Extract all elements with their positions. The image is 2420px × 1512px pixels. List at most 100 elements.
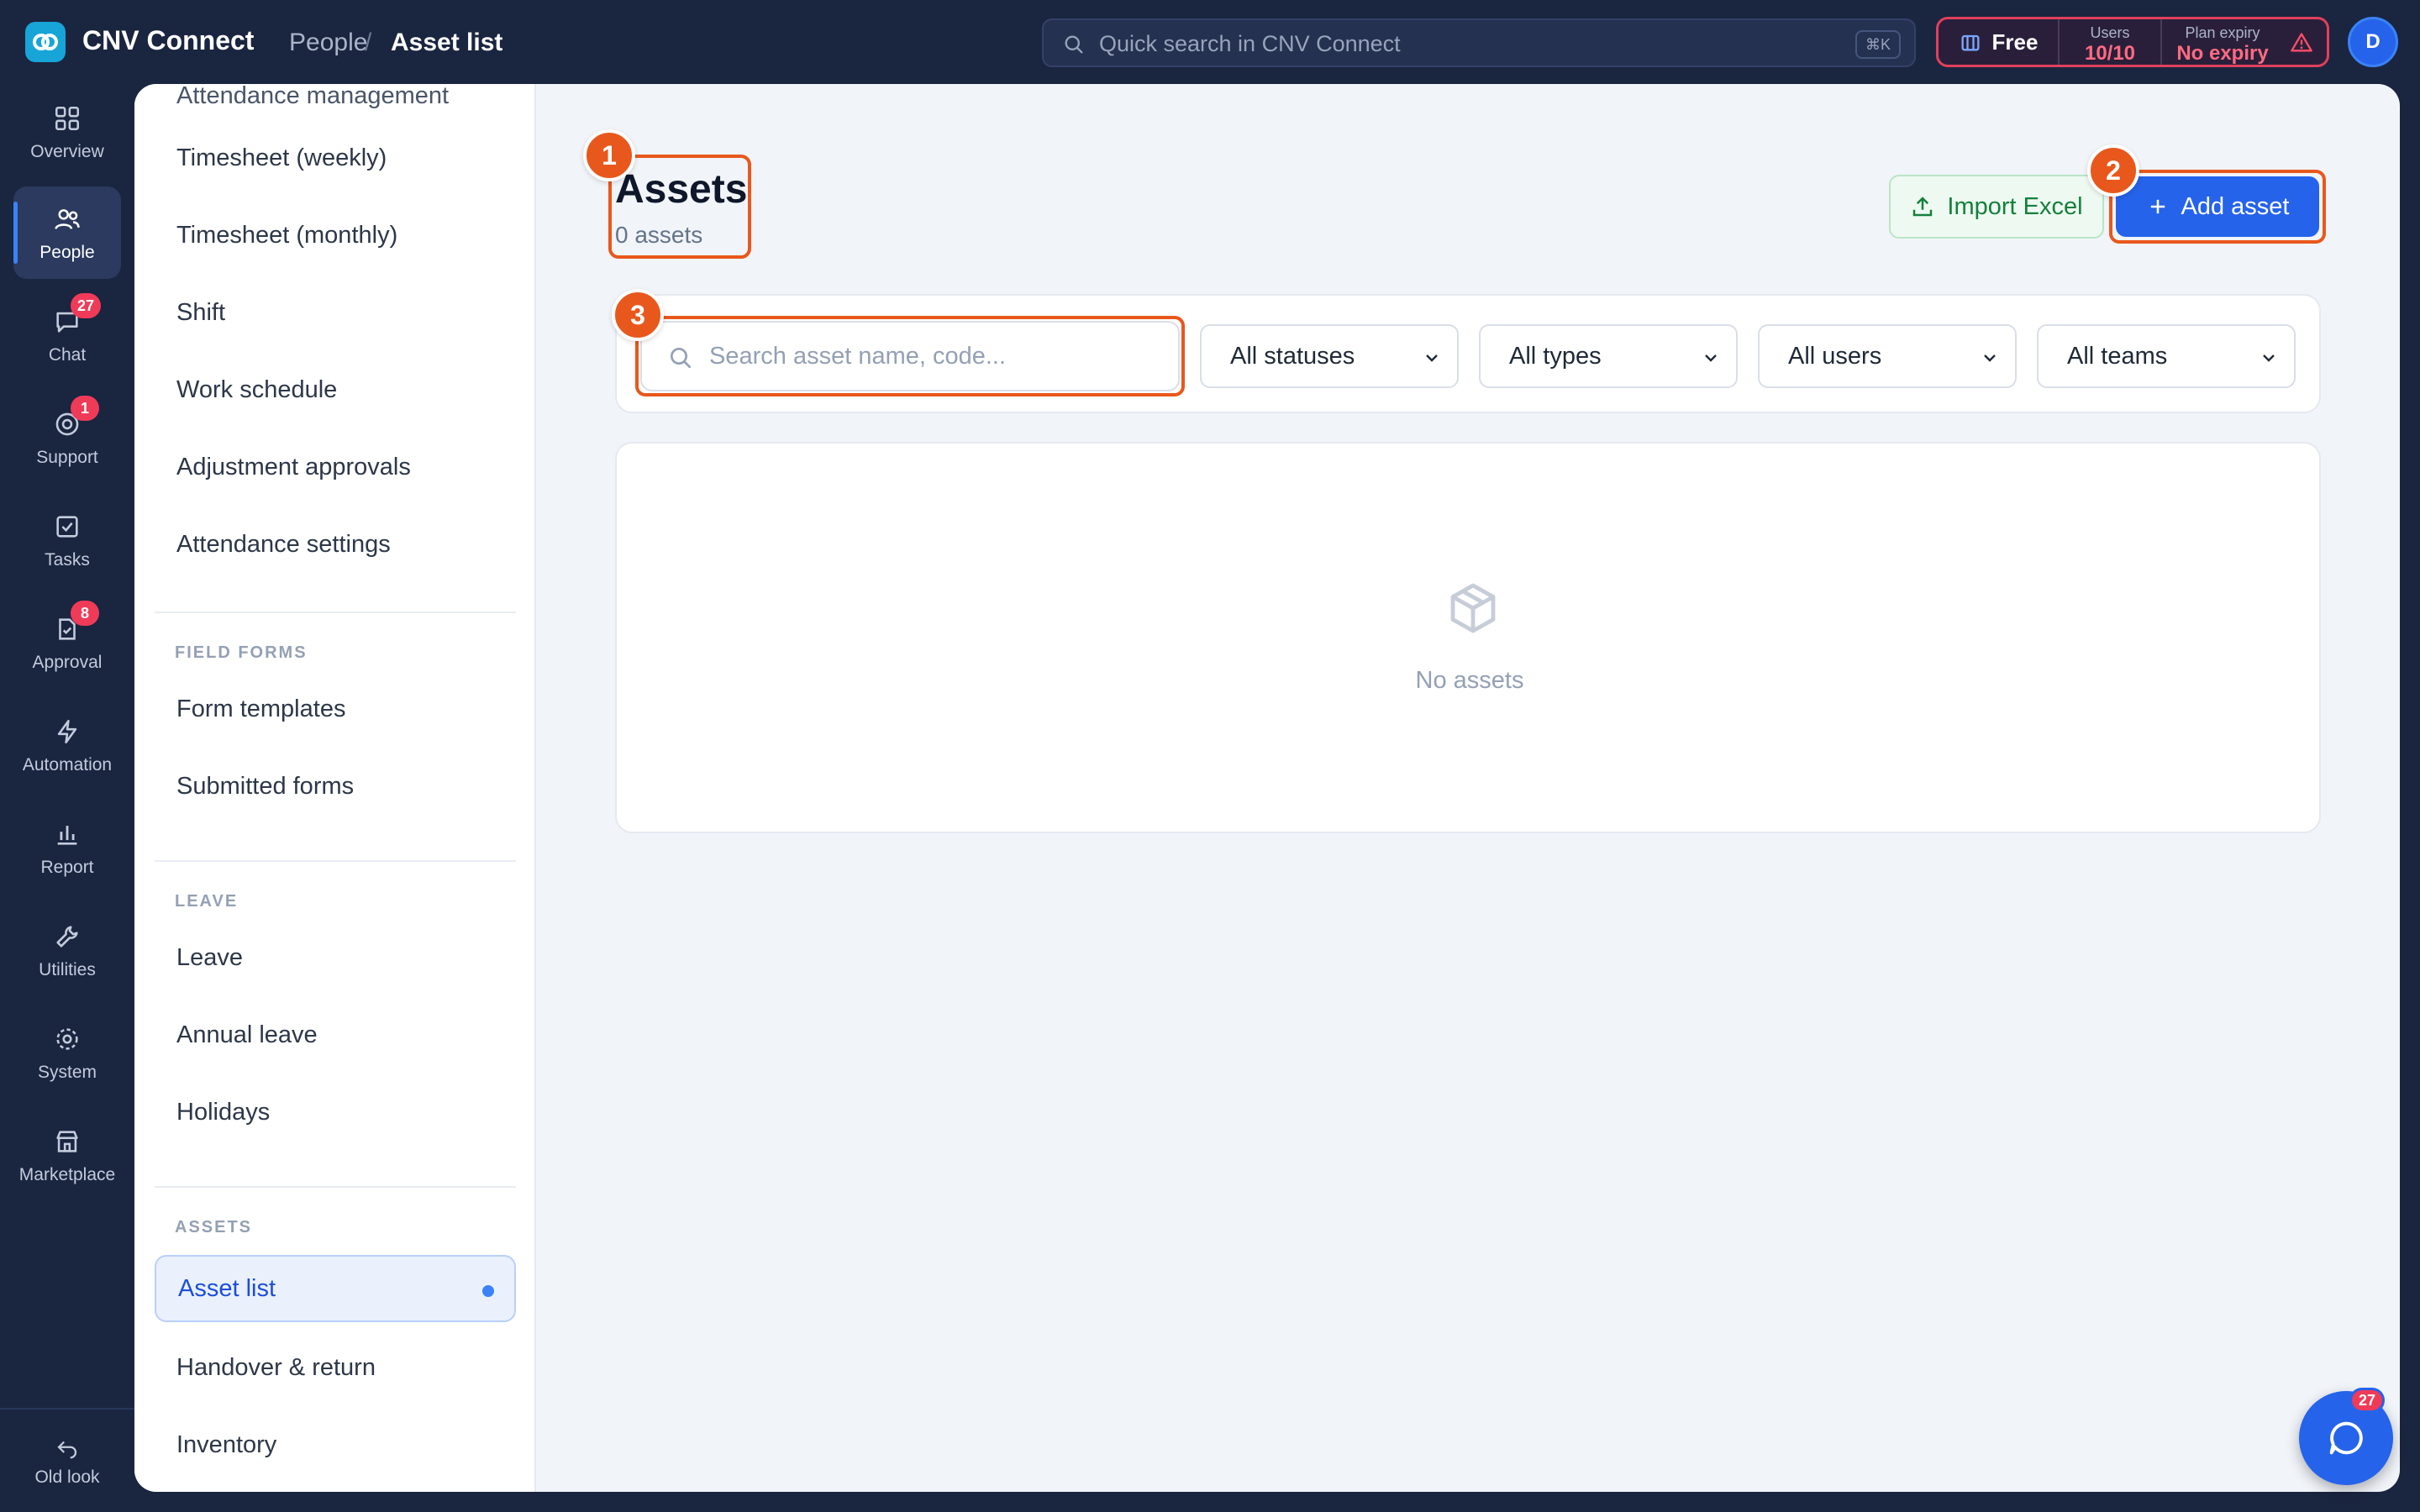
grid-icon — [50, 102, 84, 135]
subnav-heading-leave: LEAVE — [175, 892, 239, 911]
global-search-input[interactable]: Quick search in CNV Connect ⌘K — [1042, 18, 1916, 67]
user-filter-select[interactable]: All users — [1758, 324, 2017, 388]
empty-state-card: No assets — [615, 442, 2321, 833]
subnav-divider — [155, 860, 516, 862]
type-filter-select[interactable]: All types — [1479, 324, 1738, 388]
approval-badge: 8 — [71, 601, 99, 626]
rail-label: Overview — [30, 142, 104, 161]
import-excel-button[interactable]: Import Excel — [1889, 175, 2104, 239]
subnav-item-shift[interactable]: Shift — [155, 279, 516, 346]
subnav-heading-assets: ASSETS — [175, 1218, 253, 1236]
subnav-item-leave[interactable]: Leave — [155, 924, 516, 991]
building-icon — [1961, 34, 1980, 51]
rail-label: Automation — [22, 755, 113, 774]
team-filter-select[interactable]: All teams — [2037, 324, 2296, 388]
bar-chart-icon — [50, 817, 84, 851]
rail-label: People — [39, 243, 95, 262]
type-filter-value: All types — [1509, 342, 1602, 370]
gear-icon — [50, 1022, 84, 1056]
people-icon — [50, 202, 84, 236]
subnav-item-handover-return[interactable]: Handover & return — [155, 1334, 516, 1401]
upload-icon — [1913, 197, 1933, 217]
breadcrumb-current-page: Asset list — [391, 29, 503, 56]
rail-divider — [0, 1408, 134, 1410]
users-label: Users — [2090, 24, 2130, 41]
user-avatar[interactable]: D — [2348, 17, 2398, 67]
rail-item-automation[interactable]: Automation — [13, 699, 121, 791]
chevron-down-icon — [1705, 354, 1717, 362]
rail-label: Support — [36, 448, 98, 467]
subnav-item-label: Asset list — [178, 1274, 276, 1302]
rail-item-system[interactable]: System — [13, 1006, 121, 1099]
user-filter-value: All users — [1788, 342, 1882, 370]
app-logo[interactable] — [25, 22, 66, 62]
subnav-item-form-templates[interactable]: Form templates — [155, 675, 516, 743]
rail-item-marketplace[interactable]: Marketplace — [13, 1109, 121, 1201]
subnav-item-inventory[interactable]: Inventory — [155, 1411, 516, 1478]
plan-status[interactable]: Free Users 10/10 Plan expiry No expiry — [1936, 17, 2329, 67]
users-value: 10/10 — [2084, 42, 2136, 65]
rail-label: Tasks — [45, 550, 90, 570]
rail-label: Approval — [32, 653, 103, 672]
people-sub-navigation: Attendance management Timesheet (weekly)… — [134, 84, 536, 1492]
step-marker-3: 3 — [612, 289, 664, 341]
subnav-item-attendance-management[interactable]: Attendance management — [155, 84, 516, 129]
status-filter-select[interactable]: All statuses — [1200, 324, 1459, 388]
subnav-item-timesheet-monthly[interactable]: Timesheet (monthly) — [155, 202, 516, 269]
subnav-item-submitted-forms[interactable]: Submitted forms — [155, 753, 516, 820]
highlight-box-search — [635, 316, 1185, 396]
chat-icon: 27 — [50, 293, 102, 339]
rail-item-overview[interactable]: Overview — [13, 86, 121, 178]
support-badge: 1 — [71, 396, 99, 421]
plan-name: Free — [1939, 19, 2060, 65]
breadcrumb-section[interactable]: People — [289, 29, 367, 57]
chat-fab-badge: 27 — [2349, 1388, 2386, 1413]
support-icon: 1 — [50, 396, 99, 441]
plan-expiry-label: Plan expiry — [2185, 24, 2260, 41]
rail-item-tasks[interactable]: Tasks — [13, 494, 121, 586]
subnav-item-attendance-settings[interactable]: Attendance settings — [155, 511, 516, 578]
team-filter-value: All teams — [2067, 342, 2168, 370]
import-excel-label: Import Excel — [1947, 192, 2083, 220]
approval-icon: 8 — [50, 601, 99, 646]
subnav-item-holidays[interactable]: Holidays — [155, 1079, 516, 1146]
top-bar: CNV Connect People / Asset list Quick se… — [0, 0, 2420, 84]
old-look-button[interactable]: Old look — [13, 1420, 121, 1504]
users-count: Users 10/10 — [2060, 19, 2162, 65]
rail-label: Chat — [48, 345, 87, 365]
subnav-item-work-schedule[interactable]: Work schedule — [155, 356, 516, 423]
floating-chat-button[interactable]: 27 — [2299, 1388, 2393, 1485]
rail-item-utilities[interactable]: Utilities — [13, 904, 121, 996]
chevron-down-icon — [1984, 354, 1996, 362]
main-navigation-rail: Overview People 27 Chat 1 Support Tasks … — [0, 84, 134, 1512]
global-search-placeholder: Quick search in CNV Connect — [1099, 31, 1401, 56]
filter-bar: Search asset name, code... 3 All statuse… — [612, 289, 2321, 413]
rail-label: Utilities — [39, 960, 96, 979]
subnav-heading-field-forms: FIELD FORMS — [175, 643, 308, 662]
rail-item-approval[interactable]: 8 Approval — [13, 596, 121, 689]
status-filter-value: All statuses — [1230, 342, 1355, 370]
wrench-icon — [50, 920, 84, 953]
message-icon — [2329, 1421, 2363, 1455]
old-look-label: Old look — [34, 1467, 100, 1487]
warning-icon — [2291, 33, 2312, 52]
rail-item-report[interactable]: Report — [13, 801, 121, 894]
main-panel: Attendance management Timesheet (weekly)… — [134, 84, 2400, 1492]
active-indicator-dot — [482, 1285, 494, 1297]
rail-item-chat[interactable]: 27 Chat — [13, 289, 121, 381]
chevron-down-icon — [1426, 354, 1438, 362]
rail-item-people[interactable]: People — [13, 186, 121, 279]
subnav-item-asset-list[interactable]: Asset list — [155, 1255, 516, 1322]
step-marker-1: 1 — [583, 129, 635, 181]
chevron-down-icon — [2263, 354, 2275, 362]
lightning-icon — [50, 715, 84, 748]
breadcrumb-separator: / — [365, 29, 372, 56]
subnav-item-timesheet-weekly[interactable]: Timesheet (weekly) — [155, 124, 516, 192]
check-square-icon — [50, 510, 84, 543]
subnav-item-adjustment-approvals[interactable]: Adjustment approvals — [155, 433, 516, 501]
plan-expiry: Plan expiry No expiry — [2164, 19, 2281, 65]
rail-item-support[interactable]: 1 Support — [13, 391, 121, 484]
app-name: CNV Connect — [82, 25, 255, 55]
subnav-item-annual-leave[interactable]: Annual leave — [155, 1001, 516, 1068]
store-icon — [50, 1125, 84, 1158]
